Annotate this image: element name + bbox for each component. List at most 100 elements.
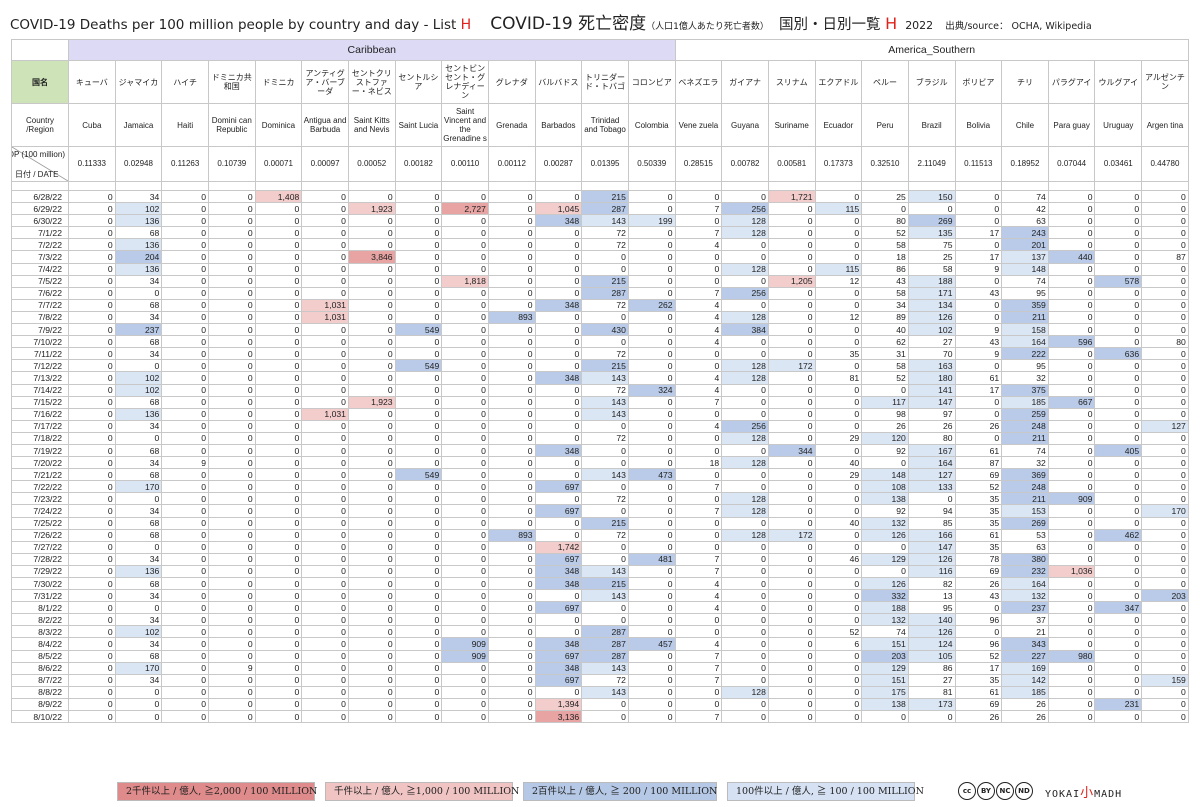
death-density-cell: 0 — [254, 347, 303, 361]
death-density-cell: 0 — [394, 395, 443, 409]
death-density-cell: 29 — [814, 468, 863, 482]
death-density-cell: 0 — [207, 226, 256, 240]
japanese-name-row: 国名 キューバ ジャマイカ ハイチ ドミニカ共和国 ドミニカ アンティグア・バーブーダ セント… — [11, 60, 1189, 104]
death-density-cell: 72 — [581, 298, 629, 312]
death-density-cell: 0 — [767, 552, 816, 566]
death-density-cell: 0 — [161, 601, 209, 615]
death-density-cell: 893 — [487, 528, 536, 542]
death-density-cell: 34 — [114, 637, 163, 651]
death-density-cell: 132 — [861, 516, 909, 530]
death-density-cell: 0 — [627, 274, 676, 288]
death-density-cell: 0 — [441, 528, 489, 542]
death-density-cell: 980 — [1047, 649, 1096, 663]
table-row: 7/22/22 0 170 0 0 0 0 0 0 0 0 697 0 0 7 0 0 0 108 133 52 248 0… — [11, 480, 1189, 494]
death-density-cell: 0 — [767, 383, 816, 397]
death-density-cell: 4 — [674, 419, 723, 433]
death-density-cell: 0 — [114, 286, 163, 300]
death-density-cell: 0 — [814, 540, 863, 554]
death-density-cell: 147 — [907, 540, 956, 554]
death-density-cell: 0 — [68, 468, 116, 482]
country-population: 0.01395 — [581, 146, 629, 182]
population-row: 人口（億人）POP (100 million)日付 / DATE0.113330… — [11, 146, 1189, 182]
death-density-cell: 0 — [1094, 395, 1143, 409]
death-density-cell: 0 — [254, 335, 303, 349]
death-density-cell: 0 — [814, 395, 863, 409]
death-density-cell: 481 — [627, 552, 676, 566]
death-density-cell: 0 — [301, 540, 349, 554]
death-density-cell: 0 — [161, 347, 209, 361]
death-density-cell: 0 — [207, 468, 256, 482]
death-density-cell: 34 — [114, 589, 163, 603]
death-density-cell: 68 — [114, 468, 163, 482]
death-density-cell: 0 — [207, 202, 256, 216]
death-density-cell: 78 — [954, 552, 1003, 566]
death-density-cell: 0 — [441, 540, 489, 554]
death-density-cell: 0 — [534, 274, 583, 288]
death-density-cell: 0 — [301, 383, 349, 397]
spacer-cell — [721, 181, 769, 191]
death-density-cell: 0 — [301, 710, 349, 724]
death-density-cell: 0 — [254, 226, 303, 240]
death-density-cell: 0 — [674, 262, 723, 276]
death-density-cell: 0 — [487, 214, 536, 228]
death-density-cell: 0 — [161, 298, 209, 312]
death-density-cell: 0 — [254, 383, 303, 397]
death-density-cell: 58 — [861, 238, 909, 252]
row-date: 7/21/22 — [11, 468, 69, 482]
death-density-cell: 0 — [767, 697, 816, 712]
death-density-cell: 0 — [394, 576, 443, 591]
death-density-cell: 256 — [721, 419, 769, 433]
death-density-cell: 0 — [1047, 480, 1096, 494]
death-density-cell: 18 — [674, 456, 723, 470]
death-density-cell: 0 — [394, 589, 443, 603]
death-density-cell: 0 — [1047, 528, 1096, 542]
death-density-cell: 0 — [301, 250, 349, 264]
death-density-cell: 0 — [161, 238, 209, 252]
country-jp-name: アルゼンチン — [1141, 60, 1189, 104]
death-density-cell: 132 — [1001, 589, 1049, 603]
death-density-cell: 7 — [674, 202, 723, 216]
death-density-cell: 578 — [1094, 274, 1143, 288]
death-density-cell: 0 — [441, 516, 489, 530]
death-density-cell: 0 — [674, 625, 723, 639]
country-population: 0.07044 — [1047, 146, 1096, 182]
death-density-cell: 0 — [674, 468, 723, 482]
death-density-cell: 0 — [207, 564, 256, 579]
death-density-cell: 34 — [114, 189, 163, 204]
death-density-cell: 35 — [954, 492, 1003, 506]
death-density-cell: 0 — [114, 685, 163, 699]
death-density-cell: 0 — [254, 443, 303, 458]
death-density-cell: 0 — [347, 238, 396, 252]
death-density-cell: 215 — [581, 516, 629, 530]
death-density-cell: 0 — [161, 407, 209, 421]
death-density-cell: 128 — [721, 504, 769, 518]
death-density-cell: 129 — [861, 552, 909, 566]
country-population: 0.00287 — [534, 146, 583, 182]
death-density-cell: 0 — [394, 407, 443, 421]
country-jp-name: ジャマイカ — [114, 60, 163, 104]
death-density-cell: 0 — [68, 625, 116, 639]
death-density-cell: 0 — [161, 335, 209, 349]
death-density-cell: 0 — [68, 274, 116, 288]
death-density-cell: 102 — [114, 625, 163, 639]
death-density-cell: 29 — [814, 431, 863, 445]
death-density-cell: 0 — [161, 214, 209, 228]
death-density-cell: 0 — [487, 274, 536, 288]
death-density-cell: 68 — [114, 395, 163, 409]
table-row: 7/23/22 0 0 0 0 0 0 0 0 0 0 0 72 0 0 128 0 0 138 0 35 211 909 0… — [11, 492, 1189, 506]
death-density-cell: 0 — [1141, 710, 1189, 724]
death-density-cell: 0 — [767, 310, 816, 325]
death-density-cell: 0 — [767, 202, 816, 216]
row-date: 7/17/22 — [11, 419, 69, 433]
death-density-cell: 128 — [721, 359, 769, 373]
death-density-cell: 143 — [581, 468, 629, 482]
death-density-cell: 0 — [301, 274, 349, 288]
death-density-cell: 0 — [347, 516, 396, 530]
death-density-cell: 0 — [347, 189, 396, 204]
spacer-cell — [581, 181, 629, 191]
death-density-cell: 0 — [1047, 323, 1096, 337]
death-density-cell: 74 — [1001, 189, 1049, 204]
death-density-cell: 173 — [907, 697, 956, 712]
death-density-cell: 40 — [814, 456, 863, 470]
death-density-cell: 0 — [441, 552, 489, 566]
